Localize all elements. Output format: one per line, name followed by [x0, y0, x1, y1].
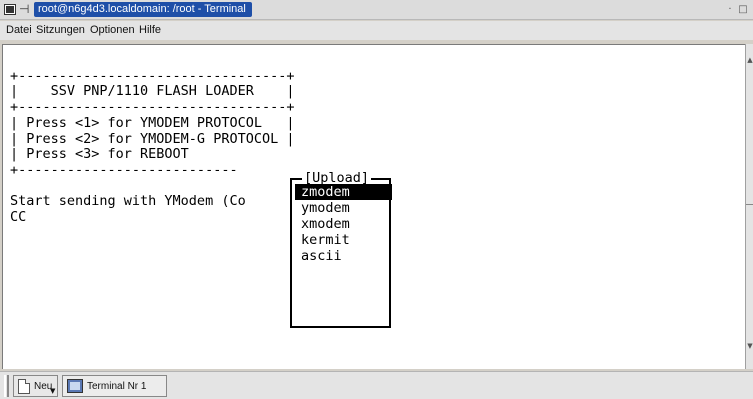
window-title: root@n6g4d3.localdomain: /root - Termina… [34, 2, 252, 17]
upload-option-zmodem[interactable]: zmodem [295, 184, 392, 200]
new-document-icon [18, 379, 30, 394]
new-session-button[interactable]: Neu ▼ [13, 375, 58, 397]
terminal-area[interactable]: +---------------------------------+ | SS… [2, 44, 745, 369]
pin-icon[interactable]: ⊣ [19, 2, 29, 16]
vertical-scrollbar[interactable]: ▲ ▼ [745, 44, 753, 369]
window-menu-icon[interactable] [4, 4, 16, 15]
maximize-button[interactable]: □ [737, 4, 749, 16]
toolbar-grip[interactable] [4, 375, 9, 397]
minimize-button[interactable]: · [724, 4, 736, 16]
menu-bar: Datei Sitzungen Optionen Hilfe [0, 21, 753, 40]
menu-hilfe[interactable]: Hilfe [139, 24, 161, 37]
upload-option-ascii[interactable]: ascii [295, 248, 392, 264]
scroll-up-icon[interactable]: ▲ [746, 56, 753, 64]
session-tab-label: Terminal Nr 1 [87, 381, 147, 392]
menu-sitzungen[interactable]: Sitzungen [36, 24, 85, 37]
menu-optionen[interactable]: Optionen [90, 24, 135, 37]
session-tab-bar: Neu ▼ Terminal Nr 1 [0, 371, 753, 399]
dropdown-arrow-icon: ▼ [50, 387, 56, 395]
menu-datei[interactable]: Datei [6, 24, 32, 37]
upload-menu[interactable]: [Upload] zmodem ymodem xmodem kermit asc… [286, 171, 396, 332]
upload-option-ymodem[interactable]: ymodem [295, 200, 392, 216]
terminal-window: ⊣ root@n6g4d3.localdomain: /root - Termi… [0, 0, 753, 399]
upload-option-xmodem[interactable]: xmodem [295, 216, 392, 232]
terminal-icon [67, 379, 83, 393]
upload-option-kermit[interactable]: kermit [295, 232, 392, 248]
title-bar[interactable]: ⊣ root@n6g4d3.localdomain: /root - Termi… [0, 0, 753, 20]
scroll-grip[interactable] [746, 204, 753, 205]
session-tab-terminal[interactable]: Terminal Nr 1 [62, 375, 167, 397]
scroll-down-icon[interactable]: ▼ [746, 342, 753, 350]
